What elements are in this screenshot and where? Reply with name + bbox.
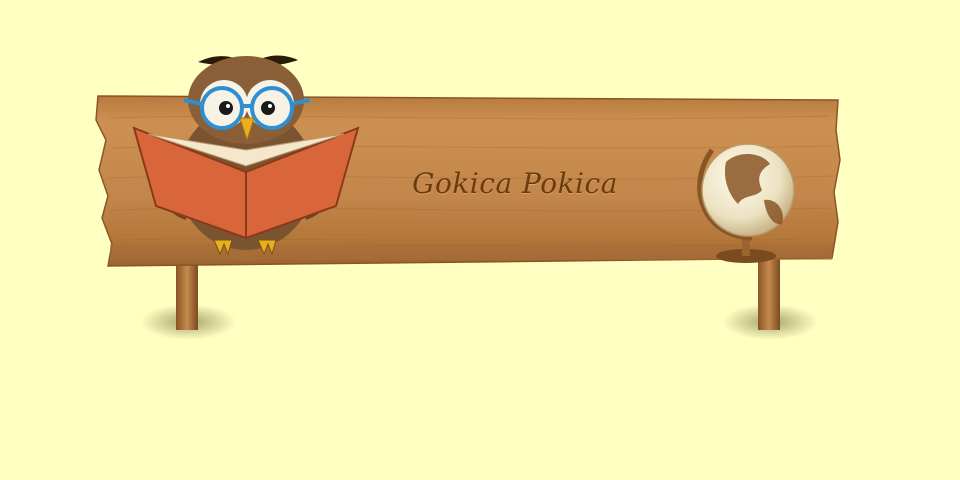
sign-title: Gokica Pokica [412, 166, 618, 200]
right-sign-leg [758, 258, 780, 330]
scene: Gokica Pokica [0, 0, 960, 480]
wooden-sign-illustration [95, 55, 841, 340]
left-sign-leg [176, 258, 198, 330]
